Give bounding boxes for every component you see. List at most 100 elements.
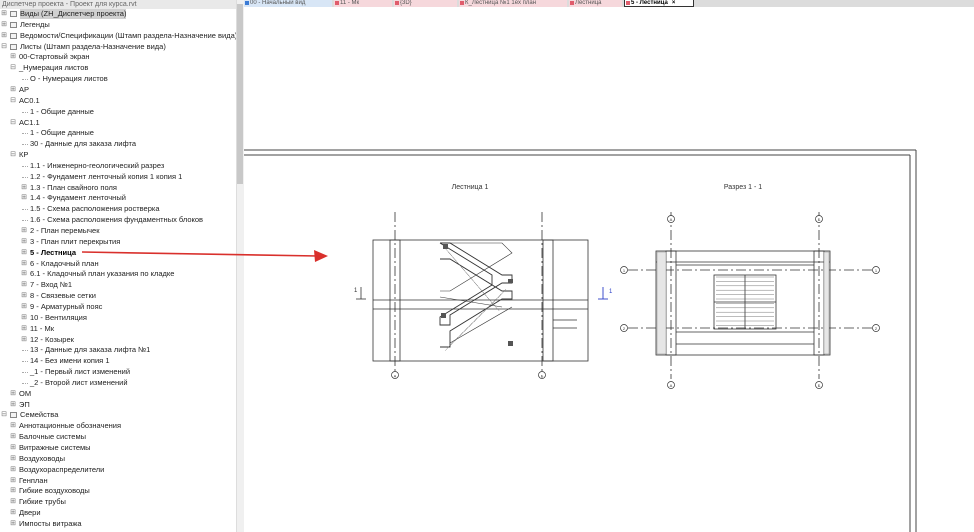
view-type-icon bbox=[626, 1, 630, 5]
tree-item-label: 1 - Общие данные bbox=[30, 106, 94, 116]
stair-tread bbox=[445, 341, 454, 351]
tree-item-label: 1.6 - Схема расположения фундаментных бл… bbox=[30, 215, 204, 225]
tree-item-label: Витражные системы bbox=[19, 443, 91, 452]
tree-connector bbox=[22, 382, 28, 384]
view-tab-label: {3D} bbox=[400, 0, 412, 6]
expand-icon[interactable]: ⊞ bbox=[20, 291, 28, 301]
tree-item-label: Воздухораспределители bbox=[19, 464, 105, 474]
tree-connector bbox=[22, 79, 28, 81]
expand-icon[interactable]: ⊞ bbox=[9, 465, 17, 475]
collapse-icon[interactable]: ⊟ bbox=[0, 410, 8, 420]
expand-icon[interactable]: ⊞ bbox=[9, 432, 17, 442]
section-mark-right[interactable] bbox=[598, 287, 608, 300]
section-view-title: Разрез 1 - 1 bbox=[724, 184, 762, 191]
view-tab-label: Лестница bbox=[575, 0, 602, 6]
expand-icon[interactable]: ⊞ bbox=[9, 400, 17, 410]
expand-icon[interactable]: ⊞ bbox=[9, 486, 17, 496]
tree-connector bbox=[22, 165, 28, 167]
expand-icon[interactable]: ⊞ bbox=[20, 280, 28, 290]
sheet-frame bbox=[244, 149, 917, 532]
tree-item-label: ЭП bbox=[19, 399, 30, 409]
view-tab[interactable]: 5 - Лестница × bbox=[624, 0, 694, 7]
stair-tread bbox=[473, 312, 483, 323]
stair-tread bbox=[469, 317, 478, 327]
expand-icon[interactable]: ⊞ bbox=[9, 454, 17, 464]
collapse-icon[interactable]: ⊟ bbox=[9, 150, 17, 160]
tree-item-label: Воздуховоды bbox=[19, 453, 65, 463]
view-type-icon bbox=[335, 1, 339, 5]
tree-item-label: 6.1 - Кладочный план указания по кладке bbox=[30, 269, 175, 279]
close-tab-icon[interactable]: × bbox=[672, 0, 676, 6]
tree-item-label: _Нумерация листов bbox=[19, 63, 89, 73]
view-tab[interactable]: К_Лестница №1 1ех план bbox=[459, 0, 567, 7]
drawing-canvas[interactable]: Лестница 1 Разрез 1 - 1 А Б 1 1 А Б А Б … bbox=[244, 7, 974, 532]
expand-icon[interactable]: ⊞ bbox=[9, 52, 17, 62]
folder-icon bbox=[10, 412, 17, 419]
expand-icon[interactable]: ⊞ bbox=[20, 259, 28, 269]
tree-item-label: Аннотационные обозначения bbox=[19, 421, 122, 431]
expand-icon[interactable]: ⊞ bbox=[20, 302, 28, 312]
section-mark-left[interactable] bbox=[356, 287, 366, 300]
collapse-icon[interactable]: ⊟ bbox=[9, 63, 17, 73]
tree-connector bbox=[22, 176, 28, 178]
expand-icon[interactable]: ⊞ bbox=[9, 85, 17, 95]
tree-item-label: АС0.1 bbox=[19, 95, 40, 105]
plan-view-title: Лестница 1 bbox=[452, 184, 489, 191]
tree-item-label: 1.2 - Фундамент ленточный копия 1 копия … bbox=[30, 171, 183, 181]
tree-connector bbox=[22, 361, 28, 363]
tree-item-label: 00-Стартовый экран bbox=[19, 52, 90, 62]
expand-icon[interactable]: ⊞ bbox=[20, 248, 28, 258]
collapse-icon[interactable]: ⊟ bbox=[0, 42, 8, 52]
expand-icon[interactable]: ⊞ bbox=[20, 269, 28, 279]
tree-item-label: Легенды bbox=[20, 19, 50, 29]
tree-item-label: 1 - Общие данные bbox=[30, 128, 94, 138]
expand-icon[interactable]: ⊞ bbox=[0, 9, 8, 19]
view-tab[interactable]: 00 - Начальный вид bbox=[244, 0, 332, 7]
view-tab[interactable]: {3D} bbox=[394, 0, 457, 7]
tree-item-label: Генплан bbox=[19, 475, 48, 485]
expand-icon[interactable]: ⊞ bbox=[9, 497, 17, 507]
expand-icon[interactable]: ⊞ bbox=[9, 519, 17, 529]
expand-icon[interactable]: ⊞ bbox=[9, 476, 17, 486]
view-tab-label: 5 - Лестница bbox=[631, 0, 668, 6]
expand-icon[interactable]: ⊞ bbox=[9, 389, 17, 399]
tree-item-label: 2 - План перемычек bbox=[30, 226, 100, 235]
tree-item-label: 13 - Данные для заказа лифта №1 bbox=[30, 345, 151, 355]
expand-icon[interactable]: ⊞ bbox=[20, 237, 28, 247]
expand-icon[interactable]: ⊞ bbox=[20, 313, 28, 323]
stair-plan-view[interactable] bbox=[372, 212, 589, 375]
expand-icon[interactable]: ⊞ bbox=[0, 20, 8, 30]
expand-icon[interactable]: ⊞ bbox=[9, 421, 17, 431]
tree-item-label: _1 - Первый лист изменений bbox=[30, 367, 131, 377]
project-browser-scroll-thumb[interactable] bbox=[237, 4, 243, 184]
tree-item-label: 14 - Без имени копия 1 bbox=[30, 356, 110, 366]
section-grid-a-top: А bbox=[670, 217, 673, 222]
expand-icon[interactable]: ⊞ bbox=[20, 193, 28, 203]
collapse-icon[interactable]: ⊟ bbox=[9, 96, 17, 106]
folder-icon bbox=[10, 32, 17, 39]
stair-tread bbox=[449, 336, 459, 347]
expand-icon[interactable]: ⊞ bbox=[20, 324, 28, 334]
section-mark-left-label: 1 bbox=[354, 288, 358, 294]
expand-icon[interactable]: ⊞ bbox=[9, 508, 17, 518]
expand-icon[interactable]: ⊞ bbox=[0, 31, 8, 41]
expand-icon[interactable]: ⊞ bbox=[20, 335, 28, 345]
stair-tread bbox=[464, 322, 473, 332]
tree-item-label: 5 - Лестница bbox=[30, 247, 77, 257]
tree-item-label: 7 - Вход №1 bbox=[30, 280, 73, 290]
view-tab-label: 00 - Начальный вид bbox=[250, 0, 306, 6]
tree-item-label: 1.5 - Схема расположения ростверка bbox=[30, 204, 160, 214]
plan-grid-a: А bbox=[394, 374, 397, 379]
project-browser-title: Диспетчер проекта - Проект для курса.rvt bbox=[0, 0, 236, 9]
view-tab[interactable]: 11 - Мк bbox=[334, 0, 392, 7]
tree-item-label: 6 - Кладочный план bbox=[30, 258, 99, 268]
collapse-icon[interactable]: ⊟ bbox=[9, 118, 17, 128]
view-tab[interactable]: Лестница bbox=[569, 0, 622, 7]
project-browser: Диспетчер проекта - Проект для курса.rvt… bbox=[0, 0, 236, 532]
expand-icon[interactable]: ⊞ bbox=[20, 183, 28, 193]
expand-icon[interactable]: ⊞ bbox=[20, 226, 28, 236]
tree-item-label: Гибкие воздуховоды bbox=[19, 486, 90, 496]
expand-icon[interactable]: ⊞ bbox=[9, 443, 17, 453]
view-tab-label: К_Лестница №1 1ех план bbox=[465, 0, 537, 6]
section-grid-a-bottom: А bbox=[670, 383, 673, 388]
